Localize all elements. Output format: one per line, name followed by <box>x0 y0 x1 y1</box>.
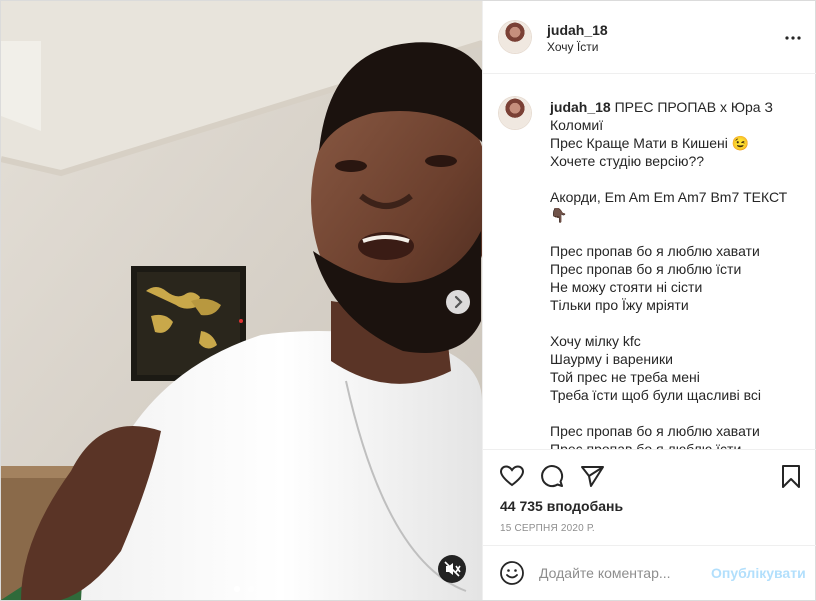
more-horizontal-icon <box>785 36 801 40</box>
caption-line: Не можу стояти ні сісти <box>550 279 703 295</box>
caption-line: Прес пропав бо я люблю їсти <box>550 441 742 449</box>
smiley-icon <box>500 561 524 585</box>
speaker-muted-icon <box>444 561 461 577</box>
emoji-button[interactable] <box>499 560 525 586</box>
caption-line: Тільки про Їжу мріяти <box>550 297 689 313</box>
author-username[interactable]: judah_18 <box>547 22 608 38</box>
caption-line: Хочу мілку kfc <box>550 333 641 349</box>
caption-line: Прес пропав бо я люблю їсти <box>550 261 742 277</box>
comment-icon <box>541 465 564 488</box>
caption-line: Той прес не треба мені <box>550 369 700 385</box>
post-video[interactable] <box>1 1 482 600</box>
more-options-button[interactable] <box>781 26 805 50</box>
post-side-panel: judah_18 Хочу Їсти judah_18 ПРЕС ПРОПАВ … <box>482 1 816 600</box>
save-button[interactable] <box>777 462 805 490</box>
caption-username[interactable]: judah_18 <box>550 99 611 115</box>
media-dot <box>248 586 255 592</box>
media-dot-active <box>234 586 240 592</box>
caption-area: judah_18 ПРЕС ПРОПАВ х Юра З Коломиї Пре… <box>483 74 816 449</box>
post-actions: 44 735 вподобань 15 СЕРПНЯ 2020 Р. <box>483 449 816 546</box>
author-avatar[interactable] <box>499 21 531 53</box>
comment-button[interactable] <box>538 462 566 490</box>
paper-plane-icon <box>581 466 604 487</box>
comment-box: Додайте коментар... Опублікувати <box>483 545 816 601</box>
caption-line <box>550 224 800 242</box>
post-location[interactable]: Хочу Їсти <box>547 40 598 54</box>
instagram-post: judah_18 Хочу Їсти judah_18 ПРЕС ПРОПАВ … <box>0 0 816 601</box>
caption-line <box>550 404 800 422</box>
caption-line: Хочете студію версію?? <box>550 153 705 169</box>
caption-line: Акорди, Em Am Em Am7 Bm7 ТЕКСТ <box>550 189 788 205</box>
mute-button[interactable] <box>438 555 466 583</box>
caption-line <box>550 170 800 188</box>
comment-input[interactable]: Додайте коментар... <box>539 565 689 581</box>
post-date[interactable]: 15 СЕРПНЯ 2020 Р. <box>500 523 595 534</box>
next-media-button[interactable] <box>446 290 470 314</box>
bookmark-icon <box>782 465 800 488</box>
caption-line <box>550 314 800 332</box>
video-frame <box>1 1 482 600</box>
share-button[interactable] <box>578 462 606 490</box>
likes-count[interactable]: 44 735 вподобань <box>500 498 623 514</box>
media-dots <box>234 579 255 597</box>
publish-button[interactable]: Опублікувати <box>711 565 806 581</box>
caption-line: ПРЕС ПРОПАВ х Юра З <box>614 99 773 115</box>
caption-line: Шаурму і вареники <box>550 351 673 367</box>
post-header: judah_18 Хочу Їсти <box>483 1 816 74</box>
like-button[interactable] <box>498 462 526 490</box>
caption-line: Прес пропав бо я люблю хавати <box>550 423 760 439</box>
caption-avatar[interactable] <box>499 97 531 129</box>
caption-line: Прес пропав бо я люблю хавати <box>550 243 760 259</box>
chevron-right-icon <box>454 295 463 309</box>
caption-text: judah_18 ПРЕС ПРОПАВ х Юра З Коломиї Пре… <box>550 98 800 449</box>
caption-line: Треба їсти щоб були щасливі всі <box>550 387 762 403</box>
heart-icon <box>499 465 525 487</box>
caption-line: 👇🏿 <box>550 207 568 223</box>
caption-line: Коломиї <box>550 117 604 133</box>
caption-line: Прес Краще Мати в Кишені 😉 <box>550 135 750 151</box>
